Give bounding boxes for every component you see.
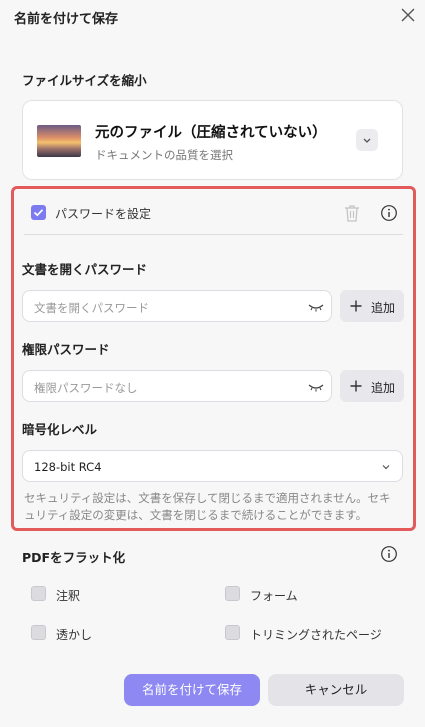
flatten-watermark-checkbox[interactable] — [31, 625, 46, 640]
security-note: セキュリティ設定は、文書を保存して閉じるまで適用されません。セキュリティ設定の変… — [24, 491, 391, 522]
info-icon[interactable] — [380, 204, 398, 222]
info-icon[interactable] — [380, 545, 398, 563]
flatten-label: PDFをフラット化 — [22, 550, 126, 565]
password-checkbox-label: パスワードを設定 — [55, 207, 152, 221]
flatten-cropped-pages-label: トリミングされたページ — [250, 628, 382, 642]
plus-icon — [350, 300, 362, 312]
flatten-forms-label: フォーム — [250, 589, 298, 603]
compress-option-card[interactable]: 元のファイル（圧縮されていない） ドキュメントの品質を選択 — [22, 100, 403, 180]
password-divider — [24, 234, 403, 235]
document-thumbnail — [37, 125, 81, 157]
eye-closed-icon[interactable] — [307, 301, 325, 313]
password-checkbox[interactable] — [31, 205, 46, 220]
encryption-level-label: 暗号化レベル — [22, 422, 98, 437]
permission-password-placeholder: 権限パスワードなし — [34, 381, 138, 395]
chevron-down-icon — [382, 465, 390, 470]
permission-password-add-button[interactable]: 追加 — [340, 370, 404, 402]
flatten-annotations-checkbox[interactable] — [31, 586, 46, 601]
compress-dropdown-button[interactable] — [356, 129, 378, 151]
encryption-level-value: 128-bit RC4 — [34, 460, 102, 474]
flatten-cropped-pages-checkbox[interactable] — [225, 625, 240, 640]
open-password-placeholder: 文書を開くパスワード — [34, 301, 149, 315]
checkmark-icon — [33, 209, 44, 217]
open-password-label: 文書を開くパスワード — [22, 262, 148, 277]
permission-password-label: 権限パスワード — [22, 342, 110, 357]
compress-option-subtitle: ドキュメントの品質を選択 — [95, 148, 233, 162]
close-icon[interactable] — [399, 6, 417, 24]
save-as-button[interactable]: 名前を付けて保存 — [124, 674, 260, 706]
eye-closed-icon[interactable] — [307, 381, 325, 393]
open-password-input[interactable]: 文書を開くパスワード — [22, 290, 332, 322]
dialog-title: 名前を付けて保存 — [14, 12, 119, 27]
cancel-button[interactable]: キャンセル — [268, 674, 404, 706]
trash-icon[interactable] — [343, 203, 361, 223]
flatten-watermark-label: 透かし — [56, 628, 93, 642]
permission-password-add-label: 追加 — [371, 381, 396, 395]
chevron-down-icon — [363, 138, 371, 143]
plus-icon — [350, 380, 362, 392]
compress-option-title: 元のファイル（圧縮されていない） — [95, 125, 327, 141]
flatten-forms-checkbox[interactable] — [225, 586, 240, 601]
open-password-add-button[interactable]: 追加 — [340, 290, 404, 322]
permission-password-input[interactable]: 権限パスワードなし — [22, 370, 332, 402]
open-password-add-label: 追加 — [371, 301, 396, 315]
flatten-annotations-label: 注釈 — [56, 589, 81, 603]
encryption-level-select[interactable]: 128-bit RC4 — [22, 450, 403, 482]
compress-label: ファイルサイズを縮小 — [22, 73, 147, 88]
